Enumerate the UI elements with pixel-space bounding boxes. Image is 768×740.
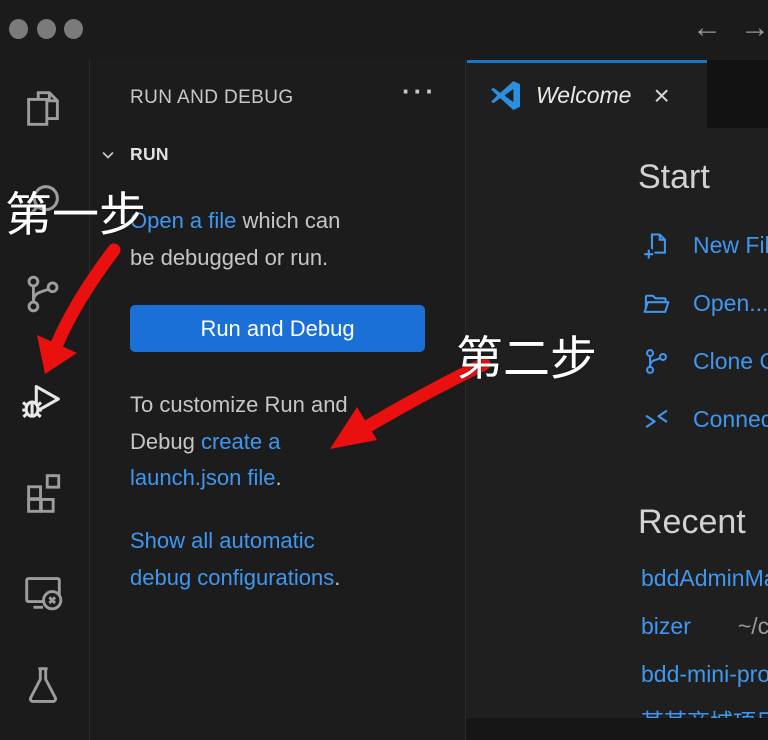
recent-name: bizer bbox=[641, 613, 691, 640]
debug-configurations-link[interactable]: debug configurations bbox=[130, 565, 334, 590]
recent-name: 某某商城项目 bbox=[641, 703, 768, 718]
editor-area: Welcome × Start New File... Open... bbox=[465, 60, 768, 740]
testing-icon[interactable] bbox=[20, 662, 66, 708]
annotation-step2: 第二步 bbox=[456, 320, 597, 389]
welcome-page: Start New File... Open... bbox=[466, 128, 768, 718]
recent-item[interactable]: 某某商城项目 bbox=[641, 703, 768, 718]
start-item-label: Clone Git... bbox=[693, 348, 768, 375]
run-and-debug-button[interactable]: Run and Debug bbox=[130, 305, 425, 352]
activity-bar bbox=[0, 60, 90, 740]
traffic-light-minimize-icon[interactable] bbox=[37, 19, 56, 39]
show-all-configs: Show all automatic debug configurations. bbox=[130, 523, 340, 596]
customize-text-line2: Debug bbox=[130, 429, 201, 454]
title-bar: ← → bbox=[0, 0, 768, 60]
customize-period: . bbox=[276, 465, 282, 490]
open-file-hint: Open a file which can be debugged or run… bbox=[130, 203, 340, 276]
traffic-light-close-icon[interactable] bbox=[9, 19, 28, 39]
git-branch-icon bbox=[641, 346, 672, 377]
launch-json-file-link[interactable]: launch.json file bbox=[130, 465, 276, 490]
tab-bar-empty bbox=[707, 60, 768, 128]
vscode-logo-icon bbox=[489, 79, 522, 112]
recent-name: bddAdminMa bbox=[641, 565, 768, 592]
tab-welcome[interactable]: Welcome × bbox=[467, 60, 707, 128]
start-clone[interactable]: Clone Git... bbox=[641, 344, 768, 378]
show-all-period: . bbox=[334, 565, 340, 590]
new-file-icon bbox=[641, 230, 672, 261]
chevron-down-icon bbox=[98, 145, 118, 165]
customize-text-line1: To customize Run and bbox=[130, 387, 348, 424]
start-item-label: New File... bbox=[693, 232, 768, 259]
annotation-step1: 第一步 bbox=[5, 176, 146, 245]
create-launch-json-link[interactable]: create a bbox=[201, 429, 281, 454]
recent-item[interactable]: bdd-mini-pro bbox=[641, 661, 768, 691]
remote-connect-icon bbox=[641, 404, 672, 435]
run-and-debug-icon[interactable] bbox=[20, 376, 66, 422]
open-folder-icon bbox=[641, 288, 672, 319]
recent-item[interactable]: bizer ~/co bbox=[641, 613, 768, 643]
explorer-icon[interactable] bbox=[20, 86, 66, 132]
start-item-label: Connect to... bbox=[693, 406, 768, 433]
traffic-light-maximize-icon[interactable] bbox=[64, 19, 83, 39]
run-section-header[interactable]: RUN bbox=[98, 144, 169, 165]
hint-text: which can bbox=[236, 208, 340, 233]
start-new-file[interactable]: New File... bbox=[641, 228, 768, 262]
tab-title: Welcome bbox=[536, 82, 631, 109]
run-section-label: RUN bbox=[130, 144, 169, 165]
recent-name: bdd-mini-pro bbox=[641, 661, 768, 688]
remote-explorer-icon[interactable] bbox=[20, 568, 66, 614]
source-control-icon[interactable] bbox=[20, 271, 66, 317]
recent-item[interactable]: bddAdminMa bbox=[641, 565, 768, 595]
tab-close-icon[interactable]: × bbox=[653, 82, 669, 110]
start-connect[interactable]: Connect to... bbox=[641, 402, 768, 436]
nav-back-icon[interactable]: ← bbox=[692, 8, 722, 48]
editor-bottom-strip bbox=[466, 718, 768, 740]
extensions-icon[interactable] bbox=[20, 468, 66, 514]
start-heading: Start bbox=[638, 158, 710, 197]
vscode-window: ← → bbox=[0, 0, 768, 740]
sidebar-run-and-debug: RUN AND DEBUG ··· RUN Open a file which … bbox=[90, 60, 465, 740]
views-and-more-actions-icon[interactable]: ··· bbox=[402, 76, 437, 107]
show-all-automatic-link[interactable]: Show all automatic bbox=[130, 523, 340, 560]
sidebar-title: RUN AND DEBUG bbox=[130, 87, 294, 109]
recent-path: ~/co bbox=[738, 613, 768, 640]
recent-heading: Recent bbox=[638, 503, 746, 542]
start-item-label: Open... bbox=[693, 290, 768, 317]
customize-hint: To customize Run and Debug create a laun… bbox=[130, 387, 348, 497]
start-open[interactable]: Open... bbox=[641, 286, 768, 320]
nav-forward-icon[interactable]: → bbox=[740, 8, 768, 48]
hint-text-line2: be debugged or run. bbox=[130, 240, 340, 277]
